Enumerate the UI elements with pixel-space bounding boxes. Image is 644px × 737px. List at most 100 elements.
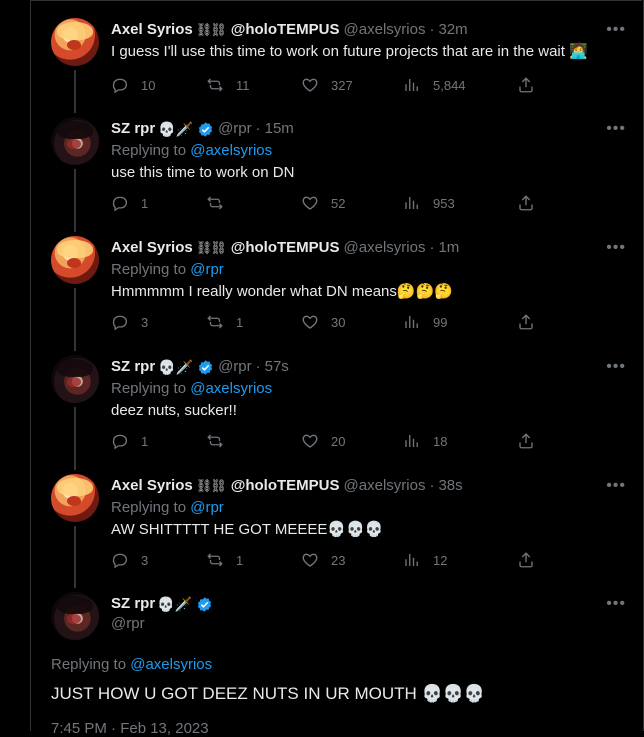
reply-button[interactable]: 1 [111,194,148,212]
share-button[interactable] [517,194,535,212]
avatar[interactable] [51,474,99,522]
replying-link[interactable]: @axelsyrios [130,656,212,673]
reply-button[interactable]: 10 [111,76,155,94]
reply-button[interactable]: 3 [111,313,148,331]
like-button[interactable]: 327 [301,76,353,94]
author-name[interactable]: Axel Syrios [111,238,193,258]
repost-icon [207,553,223,567]
like-icon [302,315,318,329]
author-handle[interactable]: @axelsyrios [344,238,426,258]
share-icon [519,77,533,93]
top-divider [31,0,642,1]
views-count: 953 [433,195,455,211]
like-count: 327 [331,77,353,93]
views-count: 5,844 [433,77,466,93]
reply-count: 1 [141,433,149,449]
avatar[interactable] [51,236,99,284]
reply-count: 10 [141,77,156,93]
share-button[interactable] [517,432,535,450]
repost-button[interactable] [206,432,236,450]
repost-icon [207,196,223,210]
tweet-text: I guess I'll use this time to work on fu… [111,43,588,60]
thread-connector [74,407,76,470]
author-name[interactable]: Axel Syrios [111,20,193,40]
tweet-actions: 1 52 953 [111,194,626,214]
tweet-time[interactable]: 57s [265,357,289,377]
replying-to: Replying to @axelsyrios [51,656,212,673]
repost-icon [207,78,223,92]
views-button[interactable]: 953 [403,194,455,212]
separator: · [429,477,435,494]
share-button[interactable] [517,313,535,331]
more-icon[interactable]: ••• [606,20,626,40]
views-button[interactable]: 12 [403,551,447,569]
author-name[interactable]: Axel Syrios [111,476,193,496]
share-icon [519,552,533,568]
reply-button[interactable]: 1 [111,432,148,450]
views-button[interactable]: 18 [403,432,447,450]
share-icon [519,314,533,330]
author-name[interactable]: SZ rpr [111,119,155,139]
share-button[interactable] [517,76,535,94]
replying-link[interactable]: @axelsyrios [190,142,272,159]
reply-button[interactable]: 3 [111,551,148,569]
author-handle[interactable]: @axelsyrios [344,476,426,496]
share-button[interactable] [517,551,535,569]
more-icon[interactable]: ••• [606,476,626,496]
repost-button[interactable]: 1 [206,551,243,569]
avatar[interactable] [51,18,99,66]
replying-to: Replying to @rpr [111,260,626,280]
views-icon [405,554,418,566]
chain-icon: ⛓⛓ [195,22,227,37]
reply-icon [112,78,127,94]
like-button[interactable]: 23 [301,551,345,569]
verified-icon [197,596,212,612]
author-handle[interactable]: @axelsyrios [344,20,426,40]
author-handle[interactable]: @rpr [111,614,626,634]
like-count: 30 [331,314,346,330]
author-handle[interactable]: @rpr [218,357,252,377]
reply-count: 3 [141,314,149,330]
tweet-text: use this time to work on DN [111,164,295,181]
thread-connector [74,169,76,232]
more-icon[interactable]: ••• [606,119,626,139]
repost-button[interactable] [206,194,236,212]
avatar[interactable] [51,117,99,165]
reply-count: 1 [141,195,149,211]
like-button[interactable]: 30 [301,313,345,331]
author-name[interactable]: SZ rpr [111,594,155,614]
more-icon[interactable]: ••• [606,594,626,614]
reply-count: 3 [141,552,149,568]
author-name[interactable]: SZ rpr [111,357,155,377]
separator: · [429,21,435,38]
tweet-time[interactable]: 38s [438,476,462,496]
views-button[interactable]: 99 [403,313,447,331]
tweet-timestamp[interactable]: 7:45 PM · Feb 13, 2023 [51,720,209,737]
tweet-text: deez nuts, sucker!! [111,402,237,419]
tweet-text: Hmmmmm I really wonder what DN means🤔🤔🤔 [111,283,453,300]
replying-link[interactable]: @axelsyrios [190,380,272,397]
name-emoji: 💀🗡️ [157,596,193,612]
tweet-actions: 1 20 18 [111,432,626,452]
repost-count: 1 [236,314,244,330]
chain-icon: ⛓⛓ [195,478,227,493]
views-button[interactable]: 5,844 [403,76,466,94]
verified-icon [198,359,213,375]
avatar[interactable] [51,592,99,640]
tweet-time[interactable]: 15m [265,119,294,139]
repost-button[interactable]: 1 [206,313,243,331]
like-button[interactable]: 20 [301,432,345,450]
tweet-time[interactable]: 1m [438,238,459,258]
like-button[interactable]: 52 [301,194,345,212]
replying-label: Replying to [111,261,187,278]
more-icon[interactable]: ••• [606,238,626,258]
repost-button[interactable]: 11 [206,76,250,94]
author-handle[interactable]: @rpr [218,119,252,139]
avatar[interactable] [51,355,99,403]
separator: · [255,358,261,375]
replying-link[interactable]: @rpr [190,261,224,278]
repost-icon [207,434,223,448]
replying-link[interactable]: @rpr [190,499,224,516]
tweet-time[interactable]: 32m [438,20,467,40]
more-icon[interactable]: ••• [606,357,626,377]
